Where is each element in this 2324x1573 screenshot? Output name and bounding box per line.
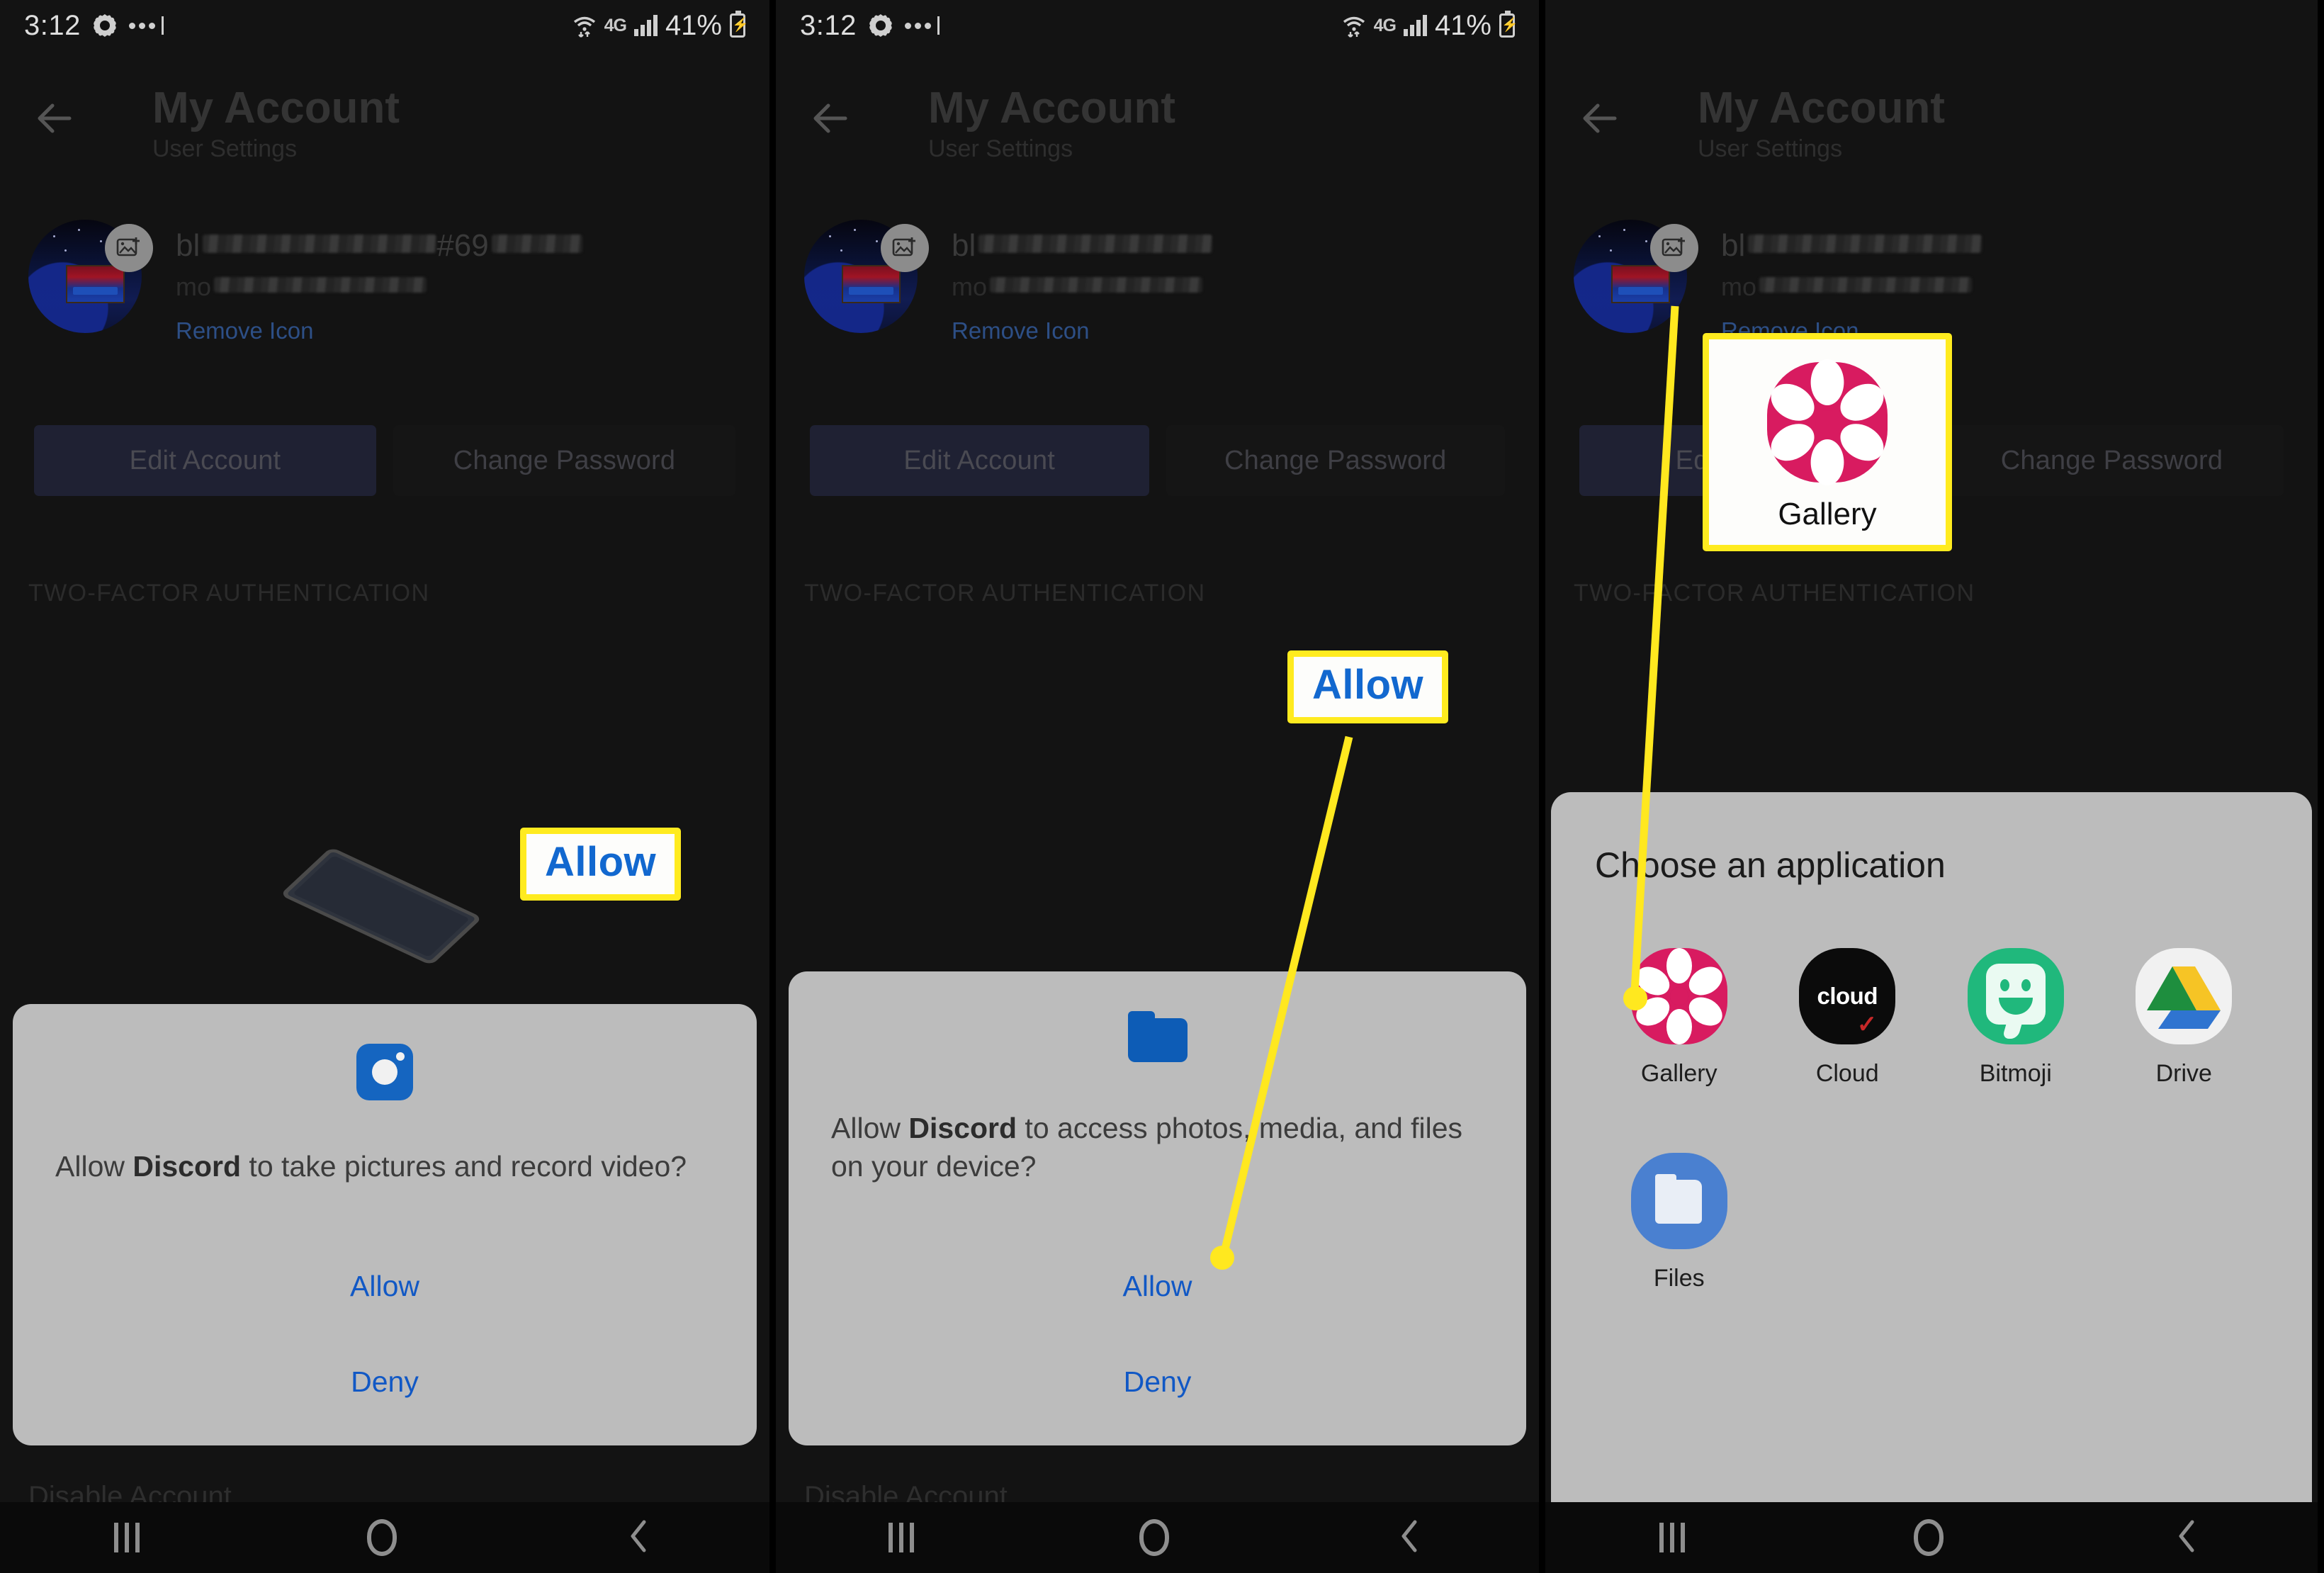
username-row: bl #69 xyxy=(176,228,582,264)
username-prefix: bl xyxy=(176,228,201,263)
more-dots-icon xyxy=(128,16,164,35)
callout-label: Gallery xyxy=(1778,497,1877,531)
wifi-updown-icon xyxy=(572,13,597,38)
screen-camera-permission: 3:12 4G 41% My Account User Settings xyxy=(0,0,769,1573)
camera-permission-icon xyxy=(356,1044,413,1101)
add-photo-icon[interactable] xyxy=(105,224,153,272)
email-prefix: mo xyxy=(176,272,212,301)
change-password-button[interactable]: Change Password xyxy=(393,425,735,496)
status-bar: 3:12 4G 41% xyxy=(0,0,769,51)
email-row: mo xyxy=(176,272,582,302)
battery-charging-icon xyxy=(730,11,745,38)
two-factor-illustration xyxy=(275,758,510,974)
network-type-label: 4G xyxy=(604,15,627,35)
app-name: Discord xyxy=(132,1150,242,1183)
annotation-callout-allow: Allow xyxy=(520,828,682,901)
annotation-pointer-dot xyxy=(1623,986,1647,1010)
gallery-app-icon xyxy=(1764,359,1890,485)
system-navigation-bar xyxy=(0,1502,769,1573)
signal-bars-icon xyxy=(633,15,658,36)
permission-message: Allow Discord to take pictures and recor… xyxy=(55,1150,687,1183)
recents-icon[interactable] xyxy=(113,1523,140,1552)
page-subtitle: User Settings xyxy=(152,135,298,163)
annotation-callout-gallery: Gallery xyxy=(1703,333,1952,551)
section-two-factor: TWO-FACTOR AUTHENTICATION xyxy=(28,580,430,607)
annotation-pointer-line xyxy=(1630,305,1679,993)
screen-app-chooser: My Account User Settings bl mo Remove Ic… xyxy=(1539,0,2318,1573)
permission-deny-button[interactable]: Deny xyxy=(55,1360,714,1404)
nav-back-icon[interactable] xyxy=(624,1518,655,1558)
page-title: My Account xyxy=(152,84,400,133)
camera-permission-dialog: Allow Discord to take pictures and recor… xyxy=(13,1004,757,1445)
account-actions: Edit Account Change Password xyxy=(0,425,769,496)
permission-allow-button[interactable]: Allow xyxy=(55,1264,714,1309)
annotation-pointer-line xyxy=(1219,735,1353,1259)
email-redaction xyxy=(214,277,427,293)
screen-storage-permission: 3:12 4G 41% My Account User Settings xyxy=(769,0,1539,1573)
discriminator: #69 xyxy=(436,228,489,263)
discriminator-redaction xyxy=(491,235,582,253)
username-redaction xyxy=(203,235,437,253)
annotation-callout-allow: Allow xyxy=(1287,650,1449,723)
remove-icon-link[interactable]: Remove Icon xyxy=(176,317,582,344)
status-time: 3:12 xyxy=(24,9,81,41)
brightness-gear-icon xyxy=(94,14,116,37)
app-header: My Account User Settings xyxy=(0,51,769,186)
battery-percent: 41% xyxy=(665,9,722,41)
home-icon[interactable] xyxy=(366,1519,397,1556)
back-arrow-icon[interactable] xyxy=(31,96,75,140)
account-block: bl #69 mo Remove Icon xyxy=(0,213,769,397)
screenshot-strip: 3:12 4G 41% My Account User Settings xyxy=(0,0,2324,1573)
edit-account-button[interactable]: Edit Account xyxy=(34,425,376,496)
annotation-pointer-dot xyxy=(1210,1246,1234,1270)
